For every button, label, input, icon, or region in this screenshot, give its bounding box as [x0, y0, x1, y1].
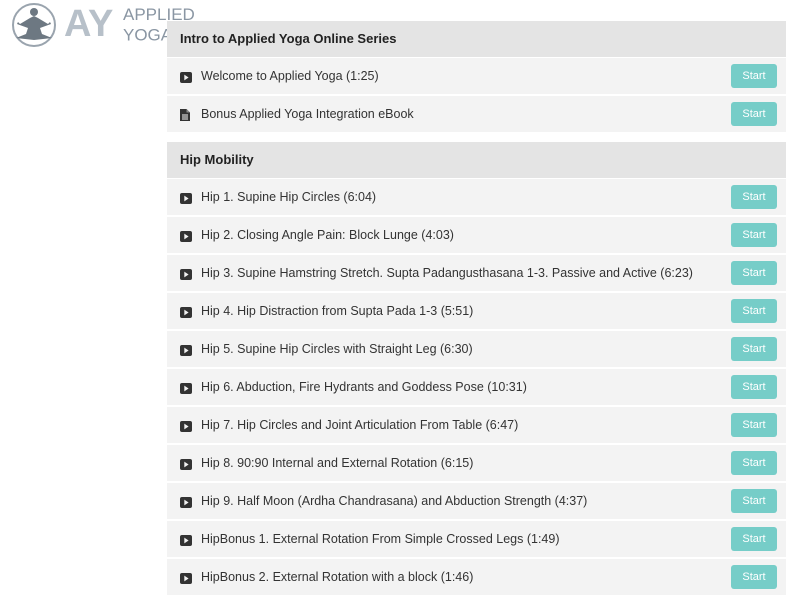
start-button[interactable]: Start: [731, 223, 777, 247]
lesson-row[interactable]: HipBonus 2. External Rotation with a blo…: [167, 559, 786, 597]
video-play-icon: [180, 229, 192, 242]
video-play-icon: [180, 419, 192, 432]
lesson-row[interactable]: Hip 4. Hip Distraction from Supta Pada 1…: [167, 293, 786, 331]
lesson-row[interactable]: Hip 5. Supine Hip Circles with Straight …: [167, 331, 786, 369]
start-button[interactable]: Start: [731, 261, 777, 285]
curriculum-list: Intro to Applied Yoga Online Series Welco…: [167, 21, 786, 605]
lesson-title[interactable]: Hip 7. Hip Circles and Joint Articulatio…: [201, 407, 518, 443]
lesson-row[interactable]: Hip 8. 90:90 Internal and External Rotat…: [167, 445, 786, 483]
section-title: Intro to Applied Yoga Online Series: [167, 21, 786, 58]
lesson-row[interactable]: Welcome to Applied Yoga (1:25) Start: [167, 58, 786, 96]
video-play-icon: [180, 381, 192, 394]
section-title: Hip Mobility: [167, 142, 786, 179]
video-play-icon: [180, 70, 192, 83]
start-button[interactable]: Start: [731, 299, 777, 323]
video-play-icon: [180, 571, 192, 584]
video-play-icon: [180, 267, 192, 280]
lesson-title[interactable]: Hip 3. Supine Hamstring Stretch. Supta P…: [201, 255, 693, 291]
lesson-title[interactable]: Hip 2. Closing Angle Pain: Block Lunge (…: [201, 217, 454, 253]
start-button[interactable]: Start: [731, 489, 777, 513]
video-play-icon: [180, 457, 192, 470]
lesson-title[interactable]: Hip 4. Hip Distraction from Supta Pada 1…: [201, 293, 473, 329]
video-play-icon: [180, 191, 192, 204]
lesson-title[interactable]: Hip 9. Half Moon (Ardha Chandrasana) and…: [201, 483, 587, 519]
meditation-figure-icon: [12, 3, 56, 47]
lesson-title[interactable]: Hip 8. 90:90 Internal and External Rotat…: [201, 445, 473, 481]
course-section: Hip Mobility Hip 1. Supine Hip Circles (6…: [167, 142, 786, 597]
lesson-row[interactable]: Hip 6. Abduction, Fire Hydrants and Godd…: [167, 369, 786, 407]
logo-mark-text: AY: [64, 3, 114, 45]
lesson-title[interactable]: HipBonus 2. External Rotation with a blo…: [201, 559, 473, 595]
lesson-row[interactable]: Hip 3. Supine Hamstring Stretch. Supta P…: [167, 255, 786, 293]
lesson-title[interactable]: Welcome to Applied Yoga (1:25): [201, 58, 379, 94]
video-play-icon: [180, 305, 192, 318]
start-button[interactable]: Start: [731, 102, 777, 126]
start-button[interactable]: Start: [731, 565, 777, 589]
lesson-row[interactable]: Hip 2. Closing Angle Pain: Block Lunge (…: [167, 217, 786, 255]
lesson-title[interactable]: Hip 5. Supine Hip Circles with Straight …: [201, 331, 473, 367]
course-section: Intro to Applied Yoga Online Series Welco…: [167, 21, 786, 134]
video-play-icon: [180, 343, 192, 356]
start-button[interactable]: Start: [731, 337, 777, 361]
lesson-row[interactable]: Bonus Applied Yoga Integration eBook Star…: [167, 96, 786, 134]
start-button[interactable]: Start: [731, 375, 777, 399]
lesson-row[interactable]: Hip 1. Supine Hip Circles (6:04) Start: [167, 179, 786, 217]
lesson-row[interactable]: HipBonus 1. External Rotation From Simpl…: [167, 521, 786, 559]
start-button[interactable]: Start: [731, 451, 777, 475]
lesson-title[interactable]: Hip 1. Supine Hip Circles (6:04): [201, 179, 376, 215]
lesson-row[interactable]: Hip 7. Hip Circles and Joint Articulatio…: [167, 407, 786, 445]
start-button[interactable]: Start: [731, 64, 777, 88]
video-play-icon: [180, 495, 192, 508]
lesson-title[interactable]: HipBonus 1. External Rotation From Simpl…: [201, 521, 560, 557]
lesson-title[interactable]: Hip 6. Abduction, Fire Hydrants and Godd…: [201, 369, 527, 405]
start-button[interactable]: Start: [731, 185, 777, 209]
document-icon: [180, 108, 192, 121]
video-play-icon: [180, 533, 192, 546]
start-button[interactable]: Start: [731, 527, 777, 551]
lesson-row[interactable]: Hip 9. Half Moon (Ardha Chandrasana) and…: [167, 483, 786, 521]
start-button[interactable]: Start: [731, 413, 777, 437]
lesson-title[interactable]: Bonus Applied Yoga Integration eBook: [201, 96, 414, 132]
